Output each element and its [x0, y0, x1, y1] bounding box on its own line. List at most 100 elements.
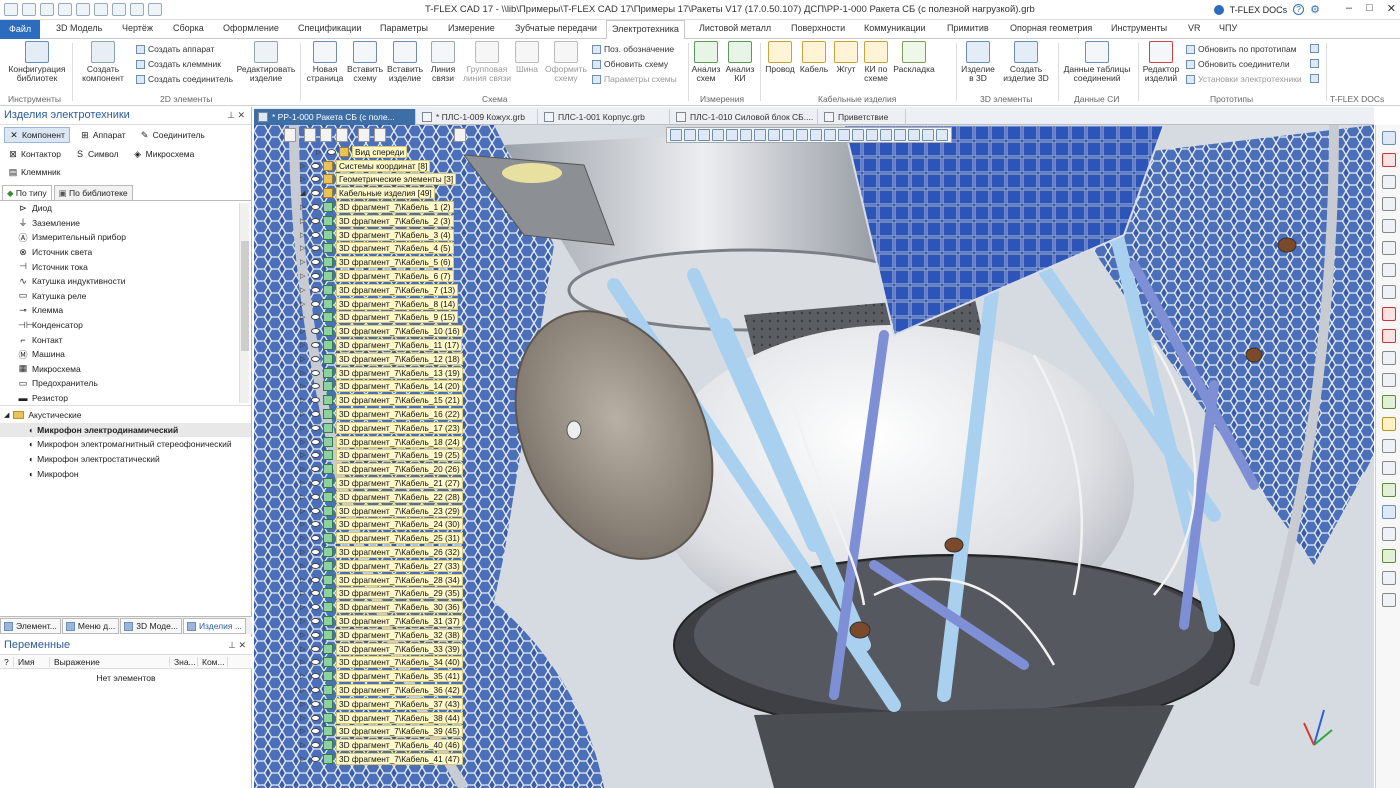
expand-arrow-icon[interactable]: ▷ [300, 451, 308, 459]
back-arrow-icon[interactable] [304, 128, 316, 142]
settings-gear-icon[interactable]: ⚙ [1310, 3, 1320, 16]
list-item[interactable]: ▬ Резистор [0, 391, 251, 405]
connector-type-button[interactable]: ✎ Соединитель [136, 128, 209, 142]
visibility-eye-icon[interactable] [311, 521, 320, 528]
tree-row[interactable]: ▷ 3D фрагмент_7\Кабель_24 (30) [300, 518, 463, 532]
tree-row[interactable]: ▷ 3D фрагмент_7\Кабель_31 (37) [300, 614, 463, 628]
expand-arrow-icon[interactable]: ▷ [300, 369, 308, 377]
select-icon[interactable] [1382, 307, 1396, 321]
tab-by-library[interactable]: ▣ По библиотеке [53, 185, 133, 200]
docs-action-3-icon[interactable] [1310, 74, 1319, 83]
zoom-fit-icon[interactable] [880, 129, 892, 141]
symbol-type-button[interactable]: S Символ [71, 147, 123, 161]
visibility-eye-icon[interactable] [311, 231, 320, 238]
print-icon[interactable] [94, 3, 108, 16]
view-iso-icon[interactable] [726, 129, 738, 141]
tab-by-type[interactable]: ◆ По типу [2, 185, 52, 200]
undo-icon[interactable] [112, 3, 126, 16]
terminal-block-type-button[interactable]: ▤ Клеммник [4, 165, 65, 179]
config-libraries-button[interactable]: Конфигурация библиотек [4, 41, 70, 83]
assembly-icon[interactable] [1382, 483, 1396, 497]
expand-arrow-icon[interactable]: ▷ [300, 313, 308, 321]
material-icon[interactable] [1382, 417, 1396, 431]
column-header[interactable]: Выражение [50, 656, 170, 667]
show-icon[interactable] [824, 129, 836, 141]
visibility-eye-icon[interactable] [311, 245, 320, 252]
appearance-icon[interactable] [838, 129, 850, 141]
ki-by-scheme-button[interactable]: КИ по схеме [861, 41, 891, 83]
tab-communications[interactable]: Коммуникации [862, 23, 928, 39]
create-component-button[interactable]: Создать компонент [76, 41, 130, 83]
filter-icon[interactable] [374, 128, 386, 142]
perspective-icon[interactable] [936, 129, 948, 141]
docs-action-2-icon[interactable] [1310, 59, 1319, 68]
view-left-icon[interactable] [712, 129, 724, 141]
render-icon[interactable] [1382, 439, 1396, 453]
expand-arrow-icon[interactable]: ▷ [300, 286, 308, 294]
expand-arrow-icon[interactable]: ▷ [300, 741, 308, 749]
new-page-button[interactable]: Новая страница [304, 41, 346, 83]
tree-row[interactable]: ▷ 3D фрагмент_7\Кабель_38 (44) [300, 711, 463, 725]
list-item[interactable]: ⊗ Источник света [0, 245, 251, 260]
visibility-eye-icon[interactable] [311, 369, 320, 376]
light-icon[interactable] [852, 129, 864, 141]
tree-row[interactable]: ▷ 3D фрагмент_7\Кабель_12 (18) [300, 352, 463, 366]
item-in-3d-button[interactable]: Изделие в 3D [958, 41, 998, 83]
view-top-icon[interactable] [698, 129, 710, 141]
tab-3d-model[interactable]: 3D Модель [54, 23, 104, 39]
list-item[interactable]: ◖ Микрофон [0, 466, 251, 481]
tab-parameters[interactable]: Параметры [378, 23, 430, 39]
list-item[interactable]: ▦ Микросхема [0, 362, 251, 377]
expand-arrow-icon[interactable]: ▷ [300, 479, 308, 487]
visibility-eye-icon[interactable] [311, 190, 320, 197]
microchip-type-button[interactable]: ◈ Микросхема [129, 147, 199, 161]
tab-measurement[interactable]: Измерение [446, 23, 497, 39]
tab-sheet-metal[interactable]: Листовой металл [697, 23, 773, 39]
column-header[interactable]: ? [0, 656, 14, 667]
tree-row[interactable]: ▷ Геометрические элементы [3] [300, 173, 457, 187]
link-line-button[interactable]: Линия связи [426, 41, 460, 83]
tab-menu[interactable]: Меню д... [61, 618, 120, 634]
list-item[interactable]: Ⓜ Машина [0, 347, 251, 362]
measure-icon[interactable] [1382, 241, 1396, 255]
save-all-icon[interactable] [76, 3, 90, 16]
visibility-eye-icon[interactable] [311, 700, 320, 707]
expand-arrow-icon[interactable]: ▷ [300, 534, 308, 542]
expand-arrow-icon[interactable]: ▷ [300, 244, 308, 252]
text-size-icon[interactable] [1382, 571, 1396, 585]
visibility-eye-icon[interactable] [327, 148, 336, 155]
maximize-icon[interactable]: □ [1366, 2, 1373, 15]
expand-arrow-icon[interactable]: ▷ [300, 617, 308, 625]
tab-gears[interactable]: Зубчатые передачи [513, 23, 599, 39]
expand-arrow-icon[interactable]: ▷ [300, 203, 308, 211]
tab-electrical[interactable]: Электротехника [606, 20, 685, 40]
tree-row[interactable]: ▷ 3D фрагмент_7\Кабель_40 (46) [300, 738, 463, 752]
expand-arrow-icon[interactable]: ▷ [300, 548, 308, 556]
visibility-eye-icon[interactable] [311, 411, 320, 418]
visibility-eye-icon[interactable] [311, 549, 320, 556]
tree-row[interactable]: ▷ 3D фрагмент_7\Кабель_18 (24) [300, 435, 463, 449]
line-tool-2-icon[interactable] [1382, 285, 1396, 299]
expand-arrow-icon[interactable]: ▷ [300, 396, 308, 404]
search-icon[interactable] [1382, 197, 1396, 211]
view-cube-icon[interactable] [670, 129, 682, 141]
expand-arrow-icon[interactable]: ▷ [300, 438, 308, 446]
visibility-eye-icon[interactable] [311, 176, 320, 183]
expand-arrow-icon[interactable]: ▷ [300, 424, 308, 432]
create-item-3d-button[interactable]: Создать изделие 3D [1000, 41, 1052, 83]
tree-row[interactable]: ▷ 3D фрагмент_7\Кабель_30 (36) [300, 600, 463, 614]
list-item[interactable]: ⊣ Источник тока [0, 259, 251, 274]
visibility-eye-icon[interactable] [311, 590, 320, 597]
help-icon[interactable]: ? [1293, 4, 1305, 15]
tree-row[interactable]: ▷ 3D фрагмент_7\Кабель_28 (34) [300, 573, 463, 587]
column-header[interactable]: Имя [14, 656, 50, 667]
zoom-window-icon[interactable] [894, 129, 906, 141]
expand-arrow-icon[interactable]: ▷ [300, 603, 308, 611]
minimize-icon[interactable]: – [1346, 2, 1352, 15]
tree-row[interactable]: ▷ 3D фрагмент_7\Кабель_7 (13) [300, 283, 459, 297]
visibility-eye-icon[interactable] [311, 397, 320, 404]
expand-arrow-icon[interactable]: ▷ [300, 562, 308, 570]
cable-button[interactable]: Кабель [798, 41, 830, 74]
expand-arrow-icon[interactable]: ▷ [300, 175, 308, 183]
list-item[interactable]: Ⓐ Измерительный прибор [0, 230, 251, 245]
